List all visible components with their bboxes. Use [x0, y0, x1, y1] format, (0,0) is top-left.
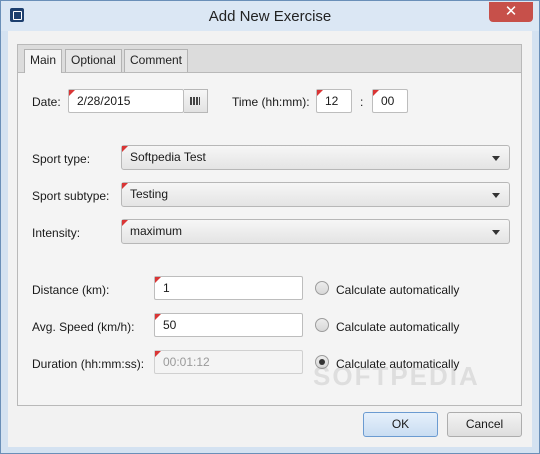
sport-type-label: Sport type: — [32, 152, 91, 166]
time-hour-field[interactable]: 12 — [316, 89, 352, 113]
close-button[interactable]: ✕ — [489, 2, 533, 22]
calendar-icon — [190, 97, 200, 105]
avg-speed-calc-label[interactable]: Calculate automatically — [336, 320, 459, 334]
sport-subtype-select[interactable]: Testing — [121, 182, 510, 207]
distance-label: Distance (km): — [32, 283, 110, 297]
sport-type-value: Softpedia Test — [130, 150, 206, 164]
time-separator: : — [360, 95, 364, 109]
cancel-button[interactable]: Cancel — [447, 412, 522, 437]
dialog-window: Add New Exercise ✕ Main Optional Comment… — [0, 0, 540, 454]
avg-speed-calc-radio[interactable] — [315, 318, 329, 332]
tab-pane: Main Optional Comment Date: 2/28/2015 Ti… — [17, 44, 522, 406]
tab-main[interactable]: Main — [24, 49, 63, 73]
chevron-down-icon — [492, 230, 500, 235]
time-label: Time (hh:mm): — [232, 95, 310, 109]
tab-optional[interactable]: Optional — [65, 49, 122, 72]
sport-subtype-value: Testing — [130, 187, 169, 201]
duration-label: Duration (hh:mm:ss): — [32, 357, 145, 371]
chevron-down-icon — [492, 193, 500, 198]
duration-field[interactable]: 00:01:12 — [154, 350, 303, 374]
date-label: Date: — [32, 95, 61, 109]
distance-calc-label[interactable]: Calculate automatically — [336, 283, 459, 297]
title-bar: Add New Exercise ✕ — [1, 1, 539, 31]
window-title: Add New Exercise — [208, 8, 332, 25]
intensity-select[interactable]: maximum — [121, 219, 510, 244]
distance-field[interactable]: 1 — [154, 276, 303, 300]
avg-speed-label: Avg. Speed (km/h): — [32, 320, 135, 334]
dialog-body: Main Optional Comment Date: 2/28/2015 Ti… — [8, 31, 532, 447]
avg-speed-field[interactable]: 50 — [154, 313, 303, 337]
date-picker-button[interactable] — [184, 89, 208, 113]
chevron-down-icon — [492, 156, 500, 161]
intensity-value: maximum — [130, 224, 183, 238]
sport-subtype-label: Sport subtype: — [32, 189, 110, 203]
intensity-label: Intensity: — [32, 226, 81, 240]
close-icon: ✕ — [504, 3, 518, 20]
tab-comment[interactable]: Comment — [124, 49, 189, 72]
date-field[interactable]: 2/28/2015 — [68, 89, 184, 113]
softpedia-watermark: SOFTPEDIA — [313, 361, 480, 391]
distance-calc-radio[interactable] — [315, 281, 329, 295]
tab-header: Main Optional Comment — [18, 45, 521, 73]
time-minute-field[interactable]: 00 — [372, 89, 408, 113]
ok-button[interactable]: OK — [363, 412, 438, 437]
sport-type-select[interactable]: Softpedia Test — [121, 145, 510, 170]
